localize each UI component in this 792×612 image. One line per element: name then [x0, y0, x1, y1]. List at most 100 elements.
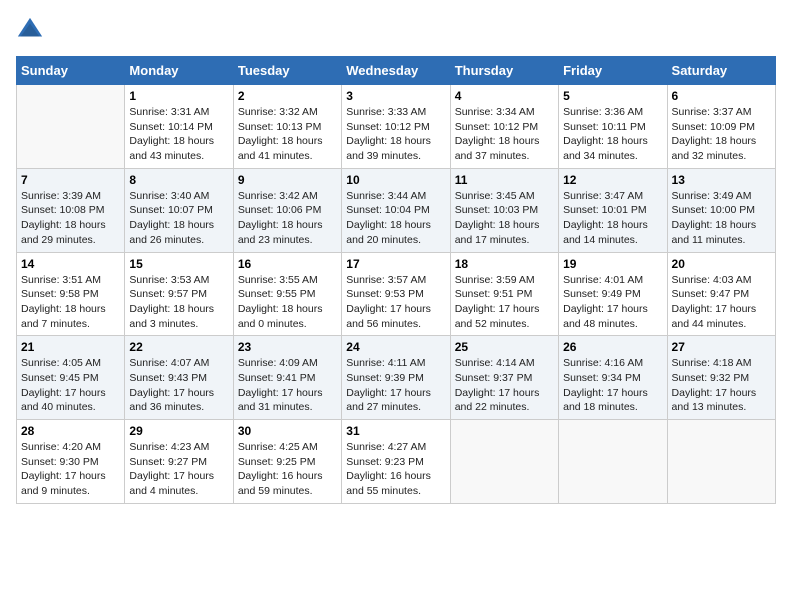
day-info: Sunrise: 4:01 AM Sunset: 9:49 PM Dayligh… — [563, 273, 662, 332]
day-info: Sunrise: 3:57 AM Sunset: 9:53 PM Dayligh… — [346, 273, 445, 332]
day-number: 28 — [21, 424, 120, 438]
calendar-cell — [17, 85, 125, 169]
day-number: 23 — [238, 340, 337, 354]
calendar-cell: 26 Sunrise: 4:16 AM Sunset: 9:34 PM Dayli… — [559, 336, 667, 420]
calendar-cell: 19 Sunrise: 4:01 AM Sunset: 9:49 PM Dayli… — [559, 252, 667, 336]
day-info: Sunrise: 3:37 AM Sunset: 10:09 PM Daylig… — [672, 105, 771, 164]
day-info: Sunrise: 4:18 AM Sunset: 9:32 PM Dayligh… — [672, 356, 771, 415]
calendar-week-row: 1 Sunrise: 3:31 AM Sunset: 10:14 PM Dayli… — [17, 85, 776, 169]
calendar-week-row: 21 Sunrise: 4:05 AM Sunset: 9:45 PM Dayli… — [17, 336, 776, 420]
day-info: Sunrise: 4:05 AM Sunset: 9:45 PM Dayligh… — [21, 356, 120, 415]
day-info: Sunrise: 3:31 AM Sunset: 10:14 PM Daylig… — [129, 105, 228, 164]
calendar-cell: 23Sunrise: 4:09 AM Sunset: 9:41 PM Dayli… — [233, 336, 341, 420]
day-info: Sunrise: 4:27 AM Sunset: 9:23 PM Dayligh… — [346, 440, 445, 499]
calendar-cell: 1 Sunrise: 3:31 AM Sunset: 10:14 PM Dayli… — [125, 85, 233, 169]
day-number: 14 — [21, 257, 120, 271]
calendar-cell: 16Sunrise: 3:55 AM Sunset: 9:55 PM Dayli… — [233, 252, 341, 336]
day-number: 25 — [455, 340, 554, 354]
header-wednesday: Wednesday — [342, 57, 450, 85]
day-number: 4 — [455, 89, 554, 103]
calendar-cell — [450, 420, 558, 504]
day-number: 8 — [129, 173, 228, 187]
calendar-cell: 29Sunrise: 4:23 AM Sunset: 9:27 PM Dayli… — [125, 420, 233, 504]
day-info: Sunrise: 4:25 AM Sunset: 9:25 PM Dayligh… — [238, 440, 337, 499]
header-thursday: Thursday — [450, 57, 558, 85]
header-saturday: Saturday — [667, 57, 775, 85]
logo-icon — [16, 16, 44, 44]
day-number: 31 — [346, 424, 445, 438]
calendar-week-row: 28 Sunrise: 4:20 AM Sunset: 9:30 PM Dayli… — [17, 420, 776, 504]
day-number: 11 — [455, 173, 554, 187]
calendar-cell: 18 Sunrise: 3:59 AM Sunset: 9:51 PM Dayli… — [450, 252, 558, 336]
calendar-cell: 25Sunrise: 4:14 AM Sunset: 9:37 PM Dayli… — [450, 336, 558, 420]
day-number: 2 — [238, 89, 337, 103]
calendar-cell: 14 Sunrise: 3:51 AM Sunset: 9:58 PM Dayli… — [17, 252, 125, 336]
day-info: Sunrise: 3:32 AM Sunset: 10:13 PM Daylig… — [238, 105, 337, 164]
calendar-cell: 13Sunrise: 3:49 AM Sunset: 10:00 PM Dayl… — [667, 168, 775, 252]
calendar-cell: 7Sunrise: 3:39 AM Sunset: 10:08 PM Dayli… — [17, 168, 125, 252]
calendar-cell: 8 Sunrise: 3:40 AM Sunset: 10:07 PM Dayli… — [125, 168, 233, 252]
day-number: 10 — [346, 173, 445, 187]
day-number: 6 — [672, 89, 771, 103]
day-number: 13 — [672, 173, 771, 187]
calendar-cell: 6 Sunrise: 3:37 AM Sunset: 10:09 PM Dayli… — [667, 85, 775, 169]
calendar-cell: 27 Sunrise: 4:18 AM Sunset: 9:32 PM Dayli… — [667, 336, 775, 420]
calendar-cell: 17 Sunrise: 3:57 AM Sunset: 9:53 PM Dayli… — [342, 252, 450, 336]
day-info: Sunrise: 3:33 AM Sunset: 10:12 PM Daylig… — [346, 105, 445, 164]
day-info: Sunrise: 4:16 AM Sunset: 9:34 PM Dayligh… — [563, 356, 662, 415]
calendar-cell: 31 Sunrise: 4:27 AM Sunset: 9:23 PM Dayli… — [342, 420, 450, 504]
header-friday: Friday — [559, 57, 667, 85]
day-info: Sunrise: 3:47 AM Sunset: 10:01 PM Daylig… — [563, 189, 662, 248]
header-sunday: Sunday — [17, 57, 125, 85]
day-info: Sunrise: 3:45 AM Sunset: 10:03 PM Daylig… — [455, 189, 554, 248]
calendar-header-row: SundayMondayTuesdayWednesdayThursdayFrid… — [17, 57, 776, 85]
day-number: 22 — [129, 340, 228, 354]
day-number: 27 — [672, 340, 771, 354]
day-number: 21 — [21, 340, 120, 354]
day-number: 15 — [129, 257, 228, 271]
day-number: 16 — [238, 257, 337, 271]
calendar-cell: 2 Sunrise: 3:32 AM Sunset: 10:13 PM Dayli… — [233, 85, 341, 169]
logo — [16, 16, 48, 44]
day-number: 3 — [346, 89, 445, 103]
calendar-week-row: 14 Sunrise: 3:51 AM Sunset: 9:58 PM Dayli… — [17, 252, 776, 336]
header-monday: Monday — [125, 57, 233, 85]
calendar-cell: 3 Sunrise: 3:33 AM Sunset: 10:12 PM Dayli… — [342, 85, 450, 169]
calendar-cell: 9Sunrise: 3:42 AM Sunset: 10:06 PM Dayli… — [233, 168, 341, 252]
day-number: 29 — [129, 424, 228, 438]
day-info: Sunrise: 3:39 AM Sunset: 10:08 PM Daylig… — [21, 189, 120, 248]
calendar-cell: 24Sunrise: 4:11 AM Sunset: 9:39 PM Dayli… — [342, 336, 450, 420]
calendar-cell: 30 Sunrise: 4:25 AM Sunset: 9:25 PM Dayli… — [233, 420, 341, 504]
day-number: 17 — [346, 257, 445, 271]
header-tuesday: Tuesday — [233, 57, 341, 85]
day-number: 30 — [238, 424, 337, 438]
calendar-cell: 21 Sunrise: 4:05 AM Sunset: 9:45 PM Dayli… — [17, 336, 125, 420]
day-info: Sunrise: 3:51 AM Sunset: 9:58 PM Dayligh… — [21, 273, 120, 332]
day-info: Sunrise: 4:03 AM Sunset: 9:47 PM Dayligh… — [672, 273, 771, 332]
day-number: 24 — [346, 340, 445, 354]
day-info: Sunrise: 3:40 AM Sunset: 10:07 PM Daylig… — [129, 189, 228, 248]
calendar-cell: 20 Sunrise: 4:03 AM Sunset: 9:47 PM Dayli… — [667, 252, 775, 336]
calendar-cell: 10Sunrise: 3:44 AM Sunset: 10:04 PM Dayl… — [342, 168, 450, 252]
calendar-cell: 4 Sunrise: 3:34 AM Sunset: 10:12 PM Dayli… — [450, 85, 558, 169]
page-header — [16, 16, 776, 44]
day-info: Sunrise: 3:59 AM Sunset: 9:51 PM Dayligh… — [455, 273, 554, 332]
calendar-cell — [667, 420, 775, 504]
day-number: 20 — [672, 257, 771, 271]
calendar-cell: 15 Sunrise: 3:53 AM Sunset: 9:57 PM Dayli… — [125, 252, 233, 336]
day-info: Sunrise: 3:36 AM Sunset: 10:11 PM Daylig… — [563, 105, 662, 164]
day-number: 12 — [563, 173, 662, 187]
day-info: Sunrise: 3:42 AM Sunset: 10:06 PM Daylig… — [238, 189, 337, 248]
day-number: 19 — [563, 257, 662, 271]
day-info: Sunrise: 3:53 AM Sunset: 9:57 PM Dayligh… — [129, 273, 228, 332]
calendar-table: SundayMondayTuesdayWednesdayThursdayFrid… — [16, 56, 776, 504]
calendar-cell: 12 Sunrise: 3:47 AM Sunset: 10:01 PM Dayl… — [559, 168, 667, 252]
day-info: Sunrise: 4:20 AM Sunset: 9:30 PM Dayligh… — [21, 440, 120, 499]
day-info: Sunrise: 3:34 AM Sunset: 10:12 PM Daylig… — [455, 105, 554, 164]
calendar-cell: 22Sunrise: 4:07 AM Sunset: 9:43 PM Dayli… — [125, 336, 233, 420]
day-number: 18 — [455, 257, 554, 271]
calendar-week-row: 7Sunrise: 3:39 AM Sunset: 10:08 PM Dayli… — [17, 168, 776, 252]
day-number: 26 — [563, 340, 662, 354]
day-number: 5 — [563, 89, 662, 103]
day-number: 1 — [129, 89, 228, 103]
